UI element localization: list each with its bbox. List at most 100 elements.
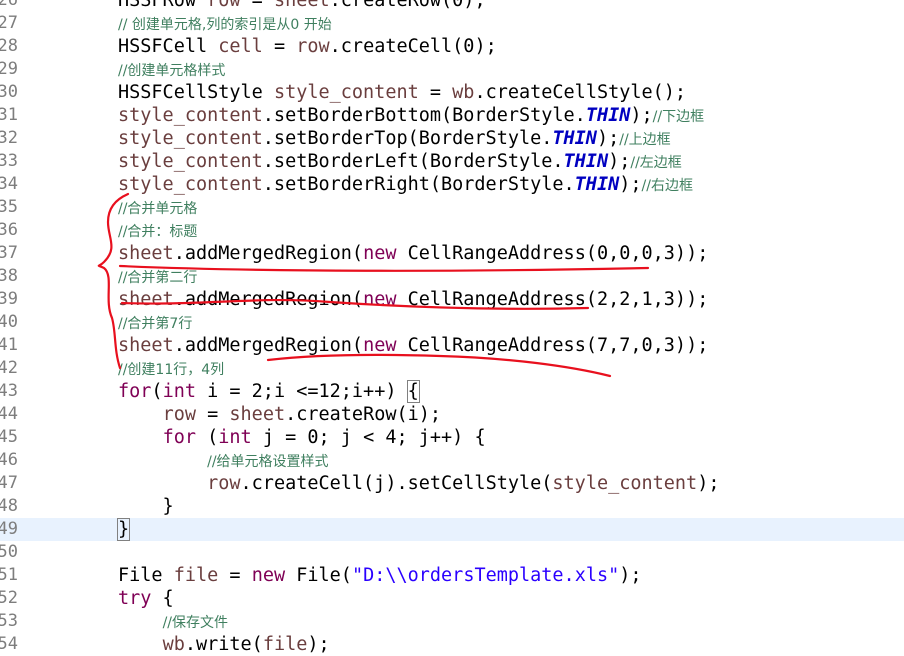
code-token: j = 0; j < 4; j++) { bbox=[251, 427, 486, 448]
code-comment: //合并：标题 bbox=[118, 224, 198, 240]
code-line[interactable]: 32 style_content.setBorderTop(BorderStyle… bbox=[0, 127, 904, 150]
code-token: ); bbox=[630, 105, 653, 126]
code-token: ( bbox=[195, 427, 219, 448]
line-number: 46 bbox=[0, 450, 18, 470]
code-line[interactable]: 47 row.createCell(j).setCellStyle(style_… bbox=[0, 472, 904, 495]
code-line[interactable]: 38 //合并第二行 bbox=[0, 265, 904, 288]
code-token: THIN bbox=[585, 105, 631, 126]
code-token: ( bbox=[151, 381, 163, 402]
code-line[interactable]: 29 //创建单元格样式 bbox=[0, 58, 904, 81]
line-number: 35 bbox=[0, 197, 18, 217]
line-number: 47 bbox=[0, 473, 18, 493]
code-line[interactable]: 42 //创建11行，4列 bbox=[0, 357, 904, 380]
code-token: new bbox=[363, 243, 397, 264]
code-text: //合并第二行 bbox=[118, 265, 197, 290]
code-token: style_content bbox=[118, 174, 263, 195]
code-token: row bbox=[296, 36, 330, 57]
code-token: HSSFCellStyle bbox=[118, 82, 274, 103]
code-token: THIN bbox=[574, 174, 620, 195]
code-text: HSSFRow row = sheet.createRow(0); bbox=[118, 0, 486, 12]
code-text: //创建11行，4列 bbox=[118, 357, 224, 382]
code-line[interactable]: 39 sheet.addMergedRegion(new CellRangeAdd… bbox=[0, 288, 904, 311]
code-token: = bbox=[218, 565, 252, 586]
code-line[interactable]: 46 //给单元格设置样式 bbox=[0, 449, 904, 472]
code-token: style_content bbox=[118, 151, 263, 172]
code-comment: //创建11行，4列 bbox=[118, 362, 225, 378]
line-number: 40 bbox=[0, 312, 18, 332]
code-line[interactable]: 35 //合并单元格 bbox=[0, 196, 904, 219]
code-line[interactable]: 52 try { bbox=[0, 587, 904, 610]
code-token: for bbox=[118, 381, 152, 402]
code-text: row.createCell(j).setCellStyle(style_con… bbox=[118, 472, 719, 495]
code-token: = bbox=[262, 36, 297, 57]
code-text: // 创建单元格,列的索引是从0 开始 bbox=[118, 12, 332, 37]
code-line[interactable]: 37 sheet.addMergedRegion(new CellRangeAdd… bbox=[0, 242, 904, 265]
code-line[interactable]: 26 HSSFRow row = sheet.createRow(0); bbox=[0, 0, 904, 12]
code-token: .addMergedRegion( bbox=[173, 243, 364, 264]
code-line[interactable]: 31 style_content.setBorderBottom(BorderSt… bbox=[0, 104, 904, 127]
code-line[interactable]: 53 //保存文件 bbox=[0, 610, 904, 633]
code-text: try { bbox=[118, 587, 174, 610]
code-token: row bbox=[207, 473, 241, 494]
code-line[interactable]: 49} bbox=[0, 518, 904, 541]
code-line[interactable]: 43 for(int i = 2;i <=12;i++) { bbox=[0, 380, 904, 403]
code-line[interactable]: 34 style_content.setBorderRight(BorderSty… bbox=[0, 173, 904, 196]
code-text: //创建单元格样式 bbox=[118, 58, 225, 83]
code-line[interactable]: 45 for (int j = 0; j < 4; j++) { bbox=[0, 426, 904, 449]
code-token: = bbox=[240, 0, 274, 11]
code-token: CellRangeAddress(7,7,0,3)); bbox=[396, 335, 709, 356]
code-token: { bbox=[151, 588, 174, 609]
code-token: ); bbox=[307, 634, 330, 655]
code-token: File bbox=[118, 565, 174, 586]
line-number: 49 bbox=[0, 519, 18, 539]
code-text: for (int j = 0; j < 4; j++) { bbox=[118, 426, 486, 449]
code-line[interactable]: 28 HSSFCell cell = row.createCell(0); bbox=[0, 35, 904, 58]
line-number: 38 bbox=[0, 266, 18, 286]
code-line[interactable]: 50 bbox=[0, 541, 904, 564]
line-number: 37 bbox=[0, 243, 18, 263]
line-number: 51 bbox=[0, 565, 18, 585]
code-line[interactable]: 54 wb.write(file); bbox=[0, 633, 904, 656]
line-number: 30 bbox=[0, 82, 18, 102]
code-line[interactable]: 30 HSSFCellStyle style_content = wb.creat… bbox=[0, 81, 904, 104]
line-number: 28 bbox=[0, 36, 18, 56]
code-token: new bbox=[251, 565, 286, 586]
code-comment: //左边框 bbox=[630, 155, 682, 171]
code-line[interactable]: 40 //合并第7行 bbox=[0, 311, 904, 334]
code-comment: //给单元格设置样式 bbox=[207, 454, 329, 470]
code-line[interactable]: 48 } bbox=[0, 495, 904, 518]
code-token: sheet bbox=[118, 243, 174, 264]
code-text: } bbox=[118, 495, 174, 518]
line-number: 53 bbox=[0, 611, 18, 631]
code-token: HSSFCell bbox=[118, 36, 219, 57]
code-text: style_content.setBorderLeft(BorderStyle.… bbox=[118, 150, 682, 175]
code-token: new bbox=[363, 335, 397, 356]
code-comment: //合并第7行 bbox=[118, 316, 193, 332]
code-token: try bbox=[118, 588, 152, 609]
code-token: file bbox=[173, 565, 219, 586]
code-token: File( bbox=[285, 565, 352, 586]
code-comment: //合并单元格 bbox=[118, 201, 198, 217]
code-line[interactable]: 41 sheet.addMergedRegion(new CellRangeAdd… bbox=[0, 334, 904, 357]
code-token: } bbox=[118, 496, 174, 517]
code-token: ); bbox=[596, 128, 620, 149]
code-line[interactable]: 36 //合并：标题 bbox=[0, 219, 904, 242]
line-number: 33 bbox=[0, 151, 18, 171]
line-number: 41 bbox=[0, 335, 18, 355]
code-comment: //下边框 bbox=[652, 109, 705, 125]
code-token: .setBorderTop(BorderStyle. bbox=[262, 128, 553, 149]
code-editor[interactable]: 26 HSSFRow row = sheet.createRow(0); 27// … bbox=[0, 0, 904, 656]
code-token: for bbox=[162, 427, 196, 448]
code-token: = bbox=[195, 404, 230, 425]
line-number: 31 bbox=[0, 105, 18, 125]
code-token: .setBorderLeft(BorderStyle. bbox=[262, 151, 564, 172]
code-line[interactable]: 33 style_content.setBorderLeft(BorderStyl… bbox=[0, 150, 904, 173]
code-line[interactable]: 51 File file = new File("D:\\ordersTempla… bbox=[0, 564, 904, 587]
code-comment: //合并第二行 bbox=[118, 270, 198, 286]
code-text: HSSFCell cell = row.createCell(0); bbox=[118, 35, 497, 58]
code-line[interactable]: 27 // 创建单元格,列的索引是从0 开始 bbox=[0, 12, 904, 35]
code-token: HSSFRow bbox=[118, 0, 208, 11]
code-line[interactable]: 44 row = sheet.createRow(i); bbox=[0, 403, 904, 426]
